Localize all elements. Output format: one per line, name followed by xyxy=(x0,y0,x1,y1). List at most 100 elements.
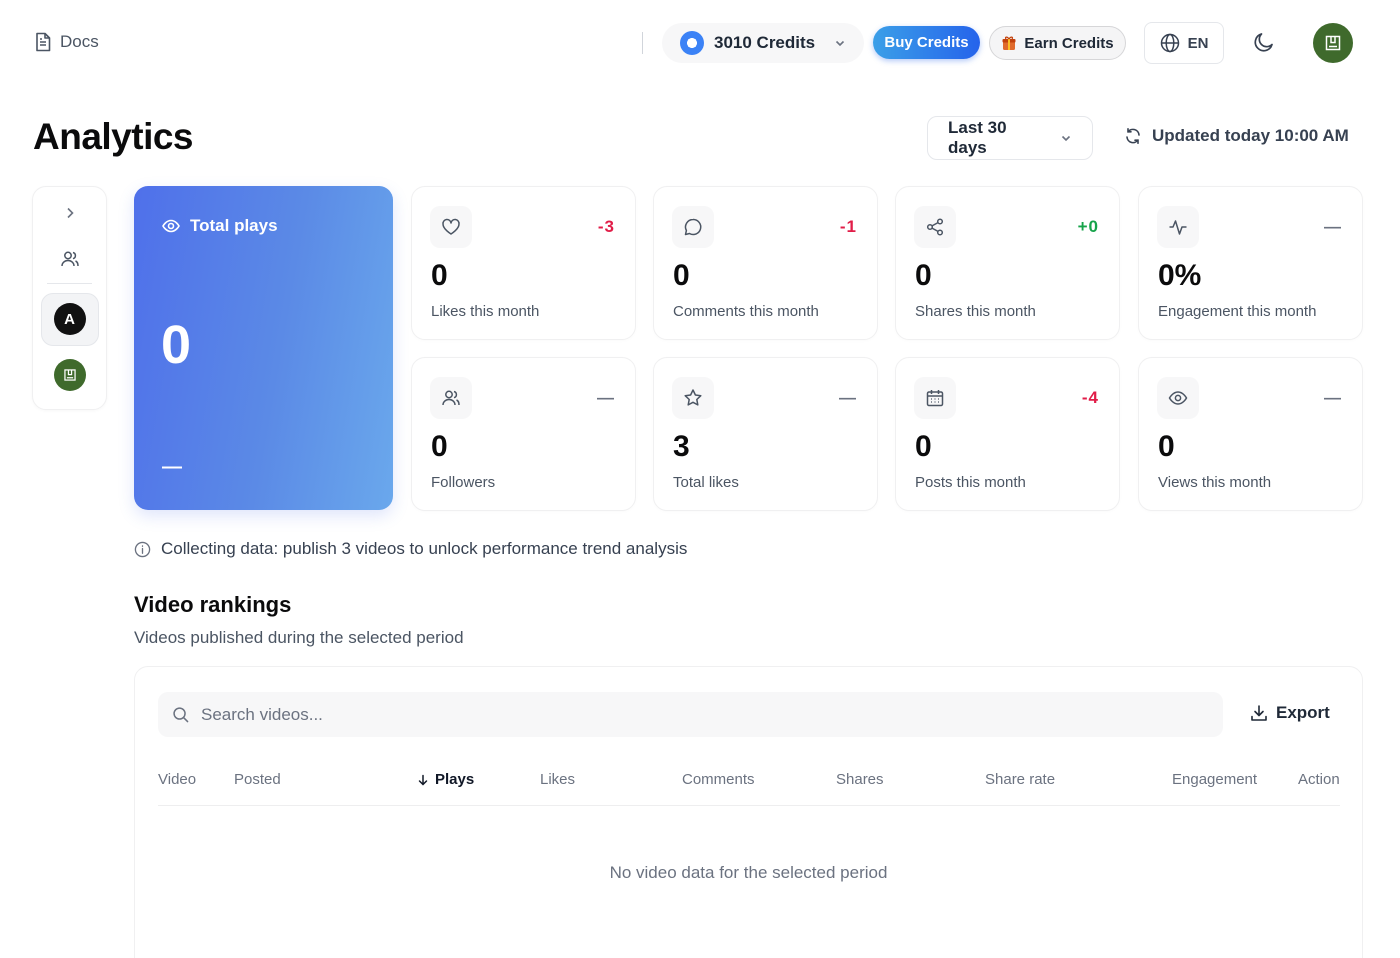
column-header-action: Action xyxy=(1298,771,1340,788)
topbar-divider xyxy=(642,32,643,54)
info-text: Collecting data: publish 3 videos to unl… xyxy=(161,539,688,558)
rail-divider xyxy=(47,283,92,284)
chevron-right-icon xyxy=(62,205,78,221)
calendar-icon xyxy=(914,377,956,419)
metric-value: 0% xyxy=(1158,259,1202,292)
activity-icon xyxy=(1157,206,1199,248)
eye-icon xyxy=(1157,377,1199,419)
language-selector[interactable]: EN xyxy=(1144,22,1224,64)
metric-card-views: — 0 Views this month xyxy=(1138,357,1363,511)
total-plays-header: Total plays xyxy=(162,216,278,236)
date-range-select[interactable]: Last 30 days xyxy=(927,116,1093,160)
user-avatar[interactable] xyxy=(1313,23,1353,63)
metric-card-total-likes: — 3 Total likes xyxy=(653,357,878,511)
download-icon xyxy=(1250,704,1268,722)
metric-card-posts: -4 0 Posts this month xyxy=(895,357,1120,511)
rankings-subtitle: Videos published during the selected per… xyxy=(134,628,464,647)
account-avatar-a[interactable]: A xyxy=(53,303,86,335)
metric-delta: — xyxy=(839,388,857,407)
metric-delta: -4 xyxy=(1081,388,1099,407)
search-box xyxy=(158,692,1223,737)
metric-caption: Total likes xyxy=(673,474,739,491)
metric-caption: Comments this month xyxy=(673,303,819,320)
metric-value: 0 xyxy=(431,259,448,292)
docs-label: Docs xyxy=(60,32,99,51)
metric-card-comments: -1 0 Comments this month xyxy=(653,186,878,340)
avatar-glyph-icon xyxy=(1324,34,1342,52)
column-header-video[interactable]: Video xyxy=(158,771,196,788)
avatar-letter: A xyxy=(53,303,86,335)
accounts-button[interactable] xyxy=(60,249,80,269)
refresh-button[interactable]: Updated today 10:00 AM xyxy=(1124,126,1349,146)
gift-icon xyxy=(1001,35,1017,51)
rankings-table-panel: Export Video Posted Plays Likes Comments… xyxy=(134,666,1363,958)
column-header-plays-label: Plays xyxy=(435,771,475,788)
share-icon xyxy=(914,206,956,248)
metric-value: 0 xyxy=(673,259,690,292)
language-label: EN xyxy=(1187,34,1209,52)
credits-coin-icon xyxy=(680,31,704,55)
heart-icon xyxy=(430,206,472,248)
metric-delta: -1 xyxy=(839,217,857,236)
metric-caption: Posts this month xyxy=(915,474,1026,491)
export-button[interactable]: Export xyxy=(1250,703,1330,723)
users-icon xyxy=(60,249,80,269)
updated-label: Updated today 10:00 AM xyxy=(1152,126,1349,145)
empty-state-text: No video data for the selected period xyxy=(609,863,888,882)
star-icon xyxy=(672,377,714,419)
metric-delta: -3 xyxy=(597,217,615,236)
credits-selector[interactable]: 3010 Credits xyxy=(662,23,864,63)
docs-link[interactable]: Docs xyxy=(34,32,99,52)
avatar-glyph-icon xyxy=(53,359,86,391)
table-header-divider xyxy=(158,805,1340,806)
metric-card-likes: -3 0 Likes this month xyxy=(411,186,636,340)
globe-icon xyxy=(1160,33,1180,53)
metric-caption: Shares this month xyxy=(915,303,1036,320)
metric-card-followers: — 0 Followers xyxy=(411,357,636,511)
column-header-posted[interactable]: Posted xyxy=(234,771,281,788)
dark-mode-toggle[interactable] xyxy=(1252,30,1276,54)
column-header-share-rate[interactable]: Share rate xyxy=(985,771,1055,788)
total-plays-card: Total plays 0 — xyxy=(134,186,393,510)
metric-caption: Followers xyxy=(431,474,496,491)
earn-credits-button[interactable]: Earn Credits xyxy=(989,26,1126,60)
buy-credits-button[interactable]: Buy Credits xyxy=(873,26,980,59)
metric-card-engagement: — 0% Engagement this month xyxy=(1138,186,1363,340)
search-icon xyxy=(172,706,189,723)
column-header-shares[interactable]: Shares xyxy=(836,771,884,788)
metric-delta: — xyxy=(597,388,615,407)
search-input[interactable] xyxy=(201,704,1209,725)
column-header-engagement[interactable]: Engagement xyxy=(1172,771,1257,788)
metric-value: 0 xyxy=(1158,430,1175,463)
expand-rail-button[interactable] xyxy=(62,205,78,221)
metric-caption: Likes this month xyxy=(431,303,540,320)
export-label: Export xyxy=(1276,703,1330,722)
column-header-likes[interactable]: Likes xyxy=(540,771,575,788)
users-icon xyxy=(430,377,472,419)
earn-credits-label: Earn Credits xyxy=(1024,34,1114,52)
refresh-icon xyxy=(1124,127,1142,145)
metric-delta: — xyxy=(1324,388,1342,407)
page-title: Analytics xyxy=(33,116,194,157)
metric-delta: +0 xyxy=(1077,217,1099,236)
metric-value: 0 xyxy=(431,430,448,463)
metric-value: 0 xyxy=(915,430,932,463)
info-icon xyxy=(134,541,151,558)
chevron-down-icon xyxy=(834,37,846,49)
total-plays-value: 0 xyxy=(161,315,192,375)
metric-value: 3 xyxy=(673,430,690,463)
credits-label: 3010 Credits xyxy=(714,33,816,52)
column-header-comments[interactable]: Comments xyxy=(682,771,755,788)
rankings-title: Video rankings xyxy=(134,592,292,617)
total-plays-change: — xyxy=(162,456,182,478)
total-plays-label: Total plays xyxy=(190,216,278,235)
metric-value: 0 xyxy=(915,259,932,292)
collecting-data-notice: Collecting data: publish 3 videos to unl… xyxy=(134,539,687,559)
chevron-down-icon xyxy=(1060,132,1072,144)
metric-caption: Engagement this month xyxy=(1158,303,1317,320)
moon-icon xyxy=(1252,30,1276,54)
eye-icon xyxy=(162,217,180,235)
date-range-label: Last 30 days xyxy=(948,118,1007,157)
column-header-plays[interactable]: Plays xyxy=(417,771,474,788)
account-avatar-green[interactable] xyxy=(53,359,86,391)
